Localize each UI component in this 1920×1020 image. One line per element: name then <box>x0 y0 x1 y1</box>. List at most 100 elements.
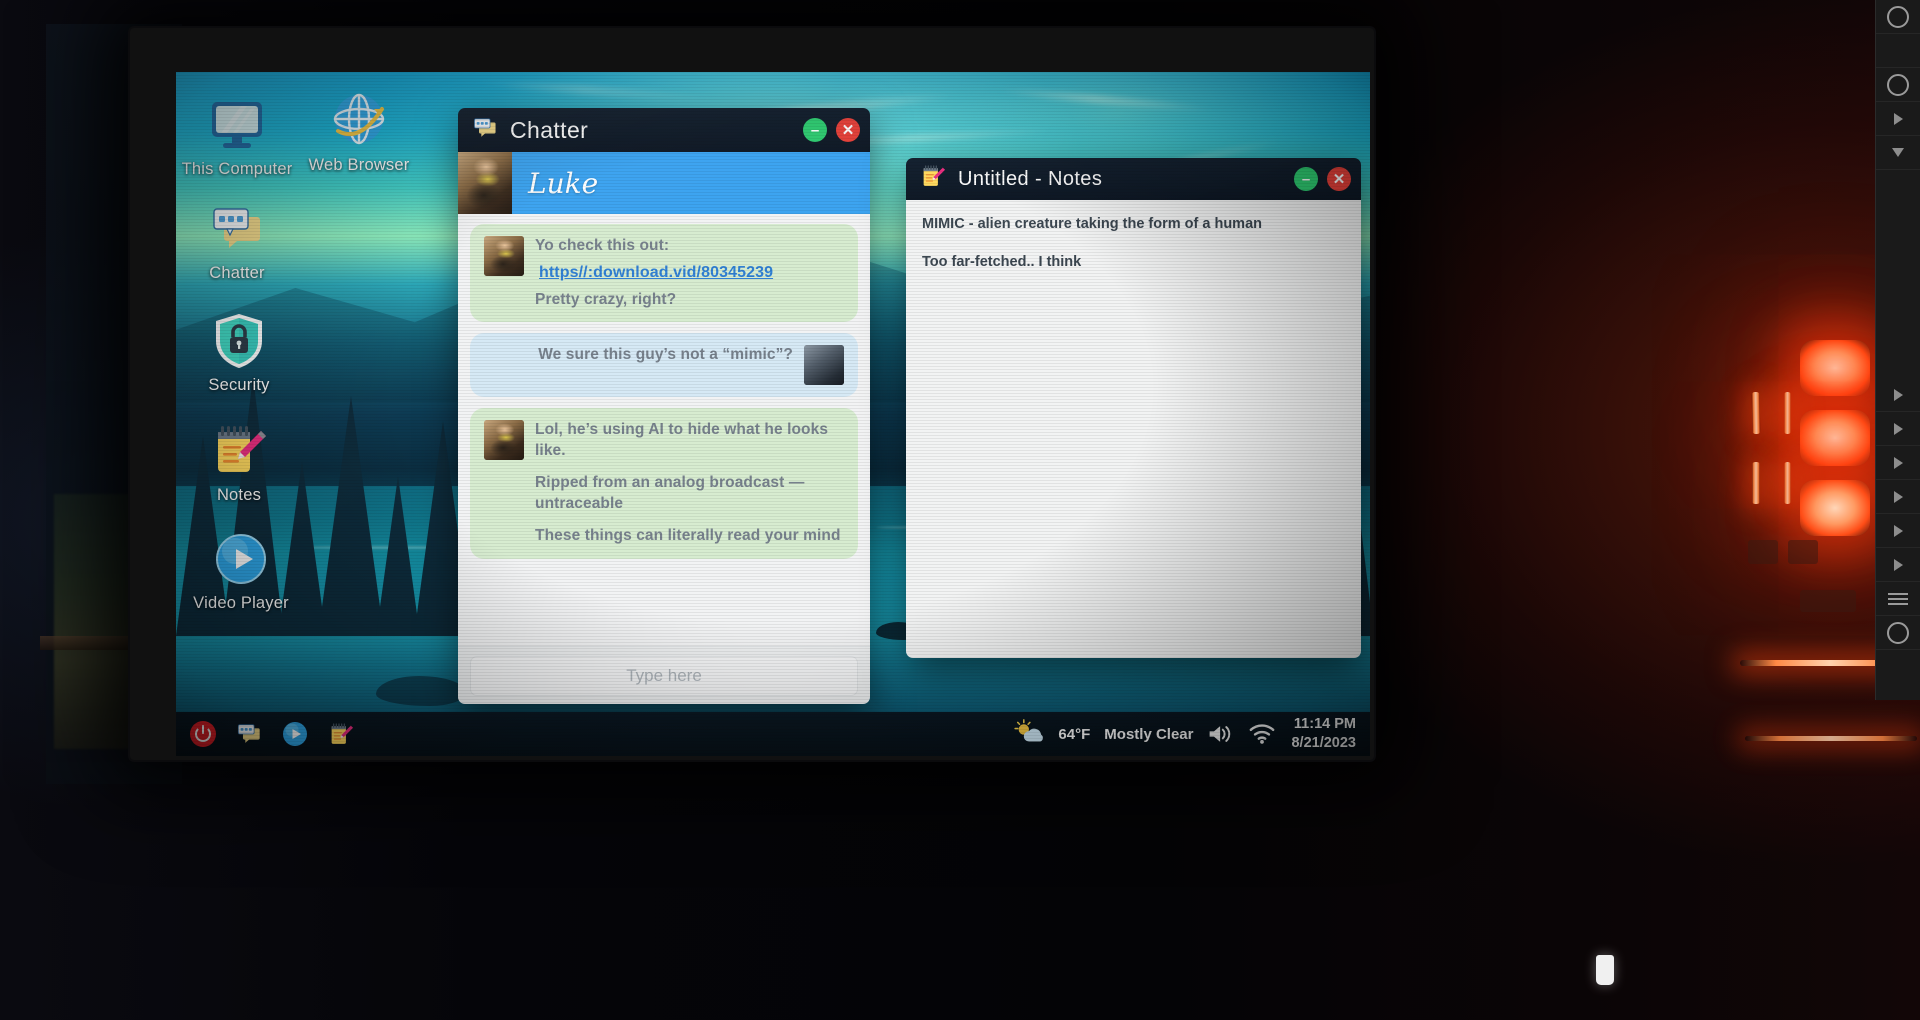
notes-window[interactable]: Untitled - Notes – ✕ MIMIC - alien creat… <box>906 158 1361 658</box>
power-button[interactable] <box>190 721 216 747</box>
message-avatar <box>484 236 524 276</box>
side-toolbar-badge <box>1876 0 1920 34</box>
desktop-screen: This Computer Web Browser <box>176 72 1370 756</box>
clock-date: 8/21/2023 <box>1291 734 1356 753</box>
notes-window-controls: – ✕ <box>1294 167 1351 191</box>
chatter-window[interactable]: Chatter – ✕ Luke Yo check this out: http… <box>458 108 870 704</box>
desktop-icon-video-player[interactable]: Video Player <box>176 528 308 613</box>
wifi-icon[interactable] <box>1249 724 1275 744</box>
globe-icon <box>292 90 426 152</box>
message-line: Yo check this out: <box>535 236 844 256</box>
notepad-pencil-icon <box>176 420 306 482</box>
desktop-icon-label: Video Player <box>176 594 308 613</box>
notes-titlebar[interactable]: Untitled - Notes – ✕ <box>906 158 1361 200</box>
background-box <box>1748 540 1778 564</box>
taskbar-app-notes[interactable] <box>328 722 354 747</box>
side-toolbar-spacer <box>1876 274 1920 326</box>
chat-input-area <box>458 646 870 704</box>
desktop-icon-notes[interactable]: Notes <box>176 420 306 505</box>
taskbar-left <box>190 721 354 747</box>
background-box <box>1800 590 1856 612</box>
side-toolbar-item[interactable] <box>1876 616 1920 650</box>
aurora-streak <box>476 78 716 104</box>
desktop-icon-web-browser[interactable]: Web Browser <box>292 90 426 175</box>
clock-time: 11:14 PM <box>1291 715 1356 734</box>
side-toolbar <box>1875 0 1920 700</box>
weather-condition: Mostly Clear <box>1104 726 1193 743</box>
desktop-icon-label: Web Browser <box>292 156 426 175</box>
weather-temperature: 64°F <box>1058 726 1090 743</box>
notes-window-title: Untitled - Notes <box>958 168 1282 191</box>
download-link[interactable]: https//:download.vid/80345239 <box>539 262 773 283</box>
ambient-light-bar <box>1752 462 1760 504</box>
notes-text-area[interactable]: MIMIC - alien creature taking the form o… <box>906 200 1361 658</box>
desktop-icon-label: This Computer <box>176 160 304 179</box>
monitor-icon <box>176 94 304 156</box>
side-toolbar-play-icon[interactable] <box>1876 548 1920 582</box>
side-toolbar-play-icon[interactable] <box>1876 480 1920 514</box>
desktop-icon-this-computer[interactable]: This Computer <box>176 94 304 179</box>
taskbar-app-chatter[interactable] <box>236 722 262 746</box>
side-toolbar-play-icon[interactable] <box>1876 446 1920 480</box>
message-avatar <box>484 420 524 460</box>
side-toolbar-play-icon[interactable] <box>1876 378 1920 412</box>
ambient-light-bar <box>1745 736 1917 741</box>
chat-input[interactable] <box>470 656 858 696</box>
chat-message: Lol, he’s using AI to hide what he looks… <box>470 408 858 558</box>
chat-bubble-icon <box>176 198 304 260</box>
desktop-icon-label: Security <box>176 376 306 395</box>
chat-bubble-icon <box>472 117 498 144</box>
taskbar-app-video-player[interactable] <box>282 721 308 747</box>
minimize-button[interactable]: – <box>803 118 827 142</box>
close-button[interactable]: ✕ <box>1327 167 1351 191</box>
desktop-icon-label: Chatter <box>176 264 304 283</box>
message-line: These things can literally read your min… <box>535 526 844 546</box>
message-line: Pretty crazy, right? <box>535 290 844 310</box>
message-avatar <box>804 345 844 385</box>
message-line: Ripped from an analog broadcast — untrac… <box>535 473 844 514</box>
speaker-icon[interactable] <box>1207 723 1235 745</box>
taskbar-clock[interactable]: 11:14 PM 8/21/2023 <box>1291 715 1356 752</box>
side-toolbar-play-icon[interactable] <box>1876 412 1920 446</box>
note-line: Too far-fetched.. I think <box>922 252 1345 274</box>
shield-lock-icon <box>176 310 306 372</box>
chatter-window-title: Chatter <box>510 117 791 144</box>
ambient-light-block <box>1800 480 1870 536</box>
ambient-light-block <box>1800 340 1870 396</box>
ambient-light-bar <box>1784 462 1791 504</box>
side-toolbar-spacer <box>1876 326 1920 378</box>
sun-cloud-icon <box>1014 719 1044 750</box>
notepad-pencil-icon <box>920 164 946 194</box>
taskbar: 64°F Mostly Clear 11:14 PM 8/2 <box>176 712 1370 756</box>
side-toolbar-item[interactable] <box>1876 34 1920 68</box>
chat-message: Yo check this out: https//:download.vid/… <box>470 224 858 322</box>
aurora-streak <box>996 86 1216 113</box>
side-toolbar-item[interactable] <box>1876 68 1920 102</box>
chatter-titlebar[interactable]: Chatter – ✕ <box>458 108 870 152</box>
minimize-button[interactable]: – <box>1294 167 1318 191</box>
side-toolbar-list-icon[interactable] <box>1876 582 1920 616</box>
ambient-light-bar <box>1784 392 1791 434</box>
side-toolbar-play-icon[interactable] <box>1876 514 1920 548</box>
background-box <box>1788 540 1818 564</box>
play-circle-icon <box>176 528 308 590</box>
chat-contact-header[interactable]: Luke <box>458 152 870 214</box>
message-line: We sure this guy’s not a “mimic”? <box>484 345 793 365</box>
desktop-icon-label: Notes <box>176 486 306 505</box>
message-line: Lol, he’s using AI to hide what he looks… <box>535 420 844 461</box>
ambient-light-bar <box>1752 392 1761 434</box>
side-toolbar-spacer <box>1876 222 1920 274</box>
close-button[interactable]: ✕ <box>836 118 860 142</box>
desktop-icon-chatter[interactable]: Chatter <box>176 198 304 283</box>
note-line: MIMIC - alien creature taking the form o… <box>922 214 1345 236</box>
taskbar-right: 64°F Mostly Clear 11:14 PM 8/2 <box>1014 715 1356 752</box>
contact-avatar <box>458 152 512 214</box>
side-toolbar-spacer <box>1876 170 1920 222</box>
mouse-cursor <box>1596 955 1614 985</box>
desktop-icon-security[interactable]: Security <box>176 310 306 395</box>
side-toolbar-play-icon[interactable] <box>1876 102 1920 136</box>
chat-message: We sure this guy’s not a “mimic”? <box>470 333 858 397</box>
ambient-light-block <box>1800 410 1870 466</box>
chat-message-list: Yo check this out: https//:download.vid/… <box>458 214 870 646</box>
side-toolbar-caret-icon[interactable] <box>1876 136 1920 170</box>
